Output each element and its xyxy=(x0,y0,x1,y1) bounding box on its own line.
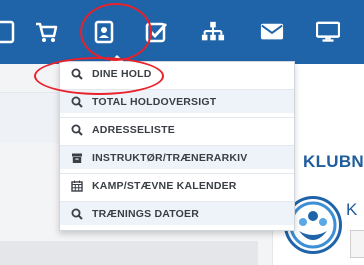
calendar-icon xyxy=(70,179,84,193)
club-info-box xyxy=(350,230,364,258)
archive-icon xyxy=(70,151,84,165)
menu-item-traenings-datoer[interactable]: TRÆNINGS DATOER xyxy=(60,201,294,225)
club-name: K xyxy=(346,200,358,219)
content-bar xyxy=(0,241,258,265)
monitor-icon[interactable] xyxy=(316,20,340,44)
top-toolbar xyxy=(0,0,364,64)
tablet-icon[interactable] xyxy=(0,20,18,44)
menu-item-label: TRÆNINGS DATOER xyxy=(92,207,200,220)
envelope-icon[interactable] xyxy=(260,20,284,44)
dropdown-caret xyxy=(110,55,124,62)
menu-item-label: KAMP/STÆVNE KALENDER xyxy=(92,179,237,192)
search-icon xyxy=(70,95,84,109)
search-icon xyxy=(70,67,84,81)
dropdown-menu: DINE HOLD TOTAL HOLDOVERSIGT ADRESSELIST… xyxy=(59,55,295,231)
search-icon xyxy=(70,123,84,137)
menu-item-label: TOTAL HOLDOVERSIGT xyxy=(92,95,217,108)
id-badge-icon[interactable] xyxy=(92,20,116,44)
search-icon xyxy=(70,207,84,221)
menu-item-label: DINE HOLD xyxy=(92,68,152,80)
menu-item-dine-hold[interactable]: DINE HOLD xyxy=(60,62,294,86)
menu-item-adresseliste[interactable]: ADRESSELISTE xyxy=(60,117,294,141)
club-heading: KLUBN xyxy=(303,152,364,171)
menu-item-instruktor-traenerarkiv[interactable]: INSTRUKTØR/TRÆNERARKIV xyxy=(60,145,294,169)
sitemap-icon[interactable] xyxy=(201,20,225,44)
checkbox-icon[interactable] xyxy=(145,20,169,44)
shopping-cart-icon[interactable] xyxy=(34,20,58,44)
menu-item-label: ADRESSELISTE xyxy=(92,123,175,136)
menu-item-total-holdoversigt[interactable]: TOTAL HOLDOVERSIGT xyxy=(60,89,294,113)
menu-item-label: INSTRUKTØR/TRÆNERARKIV xyxy=(92,151,248,164)
menu-item-kamp-staevne-kalender[interactable]: KAMP/STÆVNE KALENDER xyxy=(60,173,294,197)
